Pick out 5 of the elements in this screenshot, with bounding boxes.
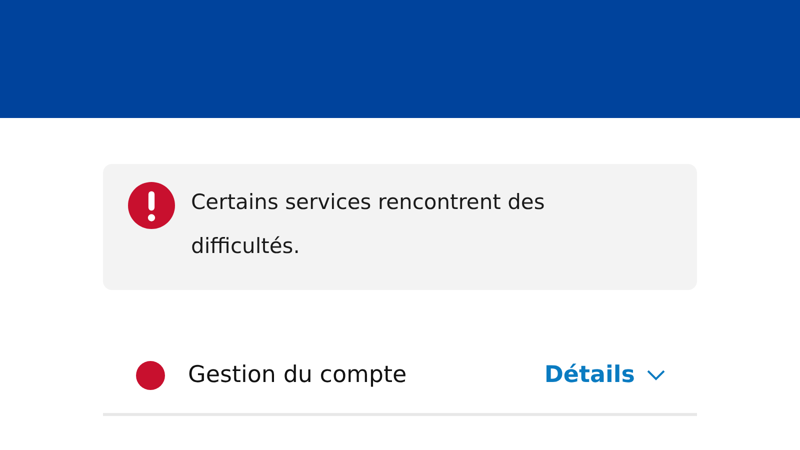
- details-toggle[interactable]: Détails: [544, 358, 665, 393]
- chevron-icon: [647, 370, 665, 381]
- alert-icon: [128, 182, 175, 229]
- alert-message: Certains services rencontrent des difficultés.: [191, 189, 546, 260]
- service-name: Gestion du compte: [188, 361, 407, 390]
